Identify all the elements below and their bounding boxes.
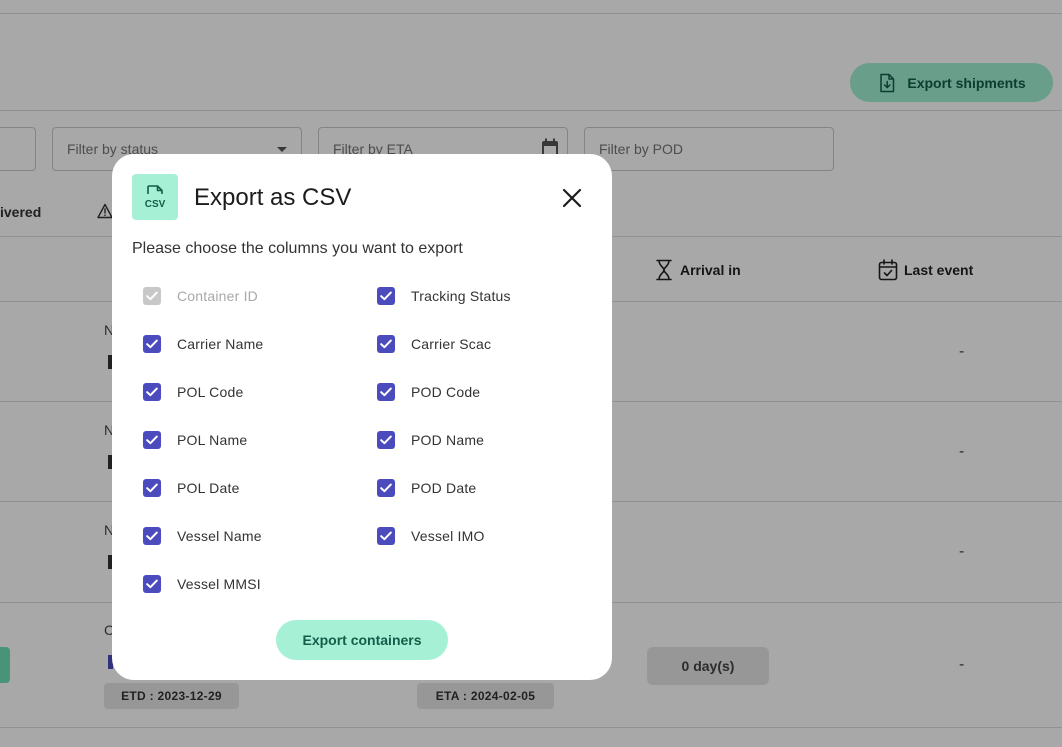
container-id-label: Container ID [177, 288, 258, 304]
carrier-scac-checkbox[interactable] [377, 335, 395, 353]
option-vessel-name[interactable]: Vessel Name [143, 524, 262, 548]
vessel-name-checkbox[interactable] [143, 527, 161, 545]
vessel-name-label: Vessel Name [177, 528, 262, 544]
option-container-id: Container ID [143, 284, 258, 308]
carrier-scac-label: Carrier Scac [411, 336, 492, 352]
pol-name-label: POL Name [177, 432, 248, 448]
container-id-checkbox [143, 287, 161, 305]
export-containers-button[interactable]: Export containers [276, 620, 448, 660]
option-vessel-mmsi[interactable]: Vessel MMSI [143, 572, 261, 596]
pol-date-label: POL Date [177, 480, 240, 496]
pod-code-label: POD Code [411, 384, 481, 400]
tracking-status-checkbox[interactable] [377, 287, 395, 305]
csv-file-icon: CSV [132, 174, 178, 220]
option-pol-code[interactable]: POL Code [143, 380, 243, 404]
csv-icon-text: CSV [145, 199, 166, 210]
pol-date-checkbox[interactable] [143, 479, 161, 497]
option-carrier-scac[interactable]: Carrier Scac [377, 332, 491, 356]
carrier-name-label: Carrier Name [177, 336, 264, 352]
vessel-imo-checkbox[interactable] [377, 527, 395, 545]
dialog-subtitle: Please choose the columns you want to ex… [132, 240, 463, 257]
pod-name-label: POD Name [411, 432, 485, 448]
pol-name-checkbox[interactable] [143, 431, 161, 449]
option-carrier-name[interactable]: Carrier Name [143, 332, 263, 356]
pod-name-checkbox[interactable] [377, 431, 395, 449]
export-csv-dialog: CSV Export as CSV Please choose the colu… [112, 154, 612, 680]
option-pod-name[interactable]: POD Name [377, 428, 484, 452]
vessel-mmsi-checkbox[interactable] [143, 575, 161, 593]
pod-date-checkbox[interactable] [377, 479, 395, 497]
close-icon [562, 188, 582, 208]
pod-date-label: POD Date [411, 480, 477, 496]
vessel-imo-label: Vessel IMO [411, 528, 485, 544]
close-button[interactable] [558, 184, 586, 212]
pod-code-checkbox[interactable] [377, 383, 395, 401]
tracking-status-label: Tracking Status [411, 288, 511, 304]
app-root: Export shipments Filter by status Filter… [0, 0, 1062, 747]
option-pod-code[interactable]: POD Code [377, 380, 480, 404]
pol-code-label: POL Code [177, 384, 244, 400]
option-vessel-imo[interactable]: Vessel IMO [377, 524, 485, 548]
pol-code-checkbox[interactable] [143, 383, 161, 401]
option-tracking-status[interactable]: Tracking Status [377, 284, 511, 308]
dialog-title: Export as CSV [194, 184, 352, 211]
option-pol-name[interactable]: POL Name [143, 428, 247, 452]
vessel-mmsi-label: Vessel MMSI [177, 576, 261, 592]
carrier-name-checkbox[interactable] [143, 335, 161, 353]
option-pol-date[interactable]: POL Date [143, 476, 240, 500]
option-pod-date[interactable]: POD Date [377, 476, 476, 500]
